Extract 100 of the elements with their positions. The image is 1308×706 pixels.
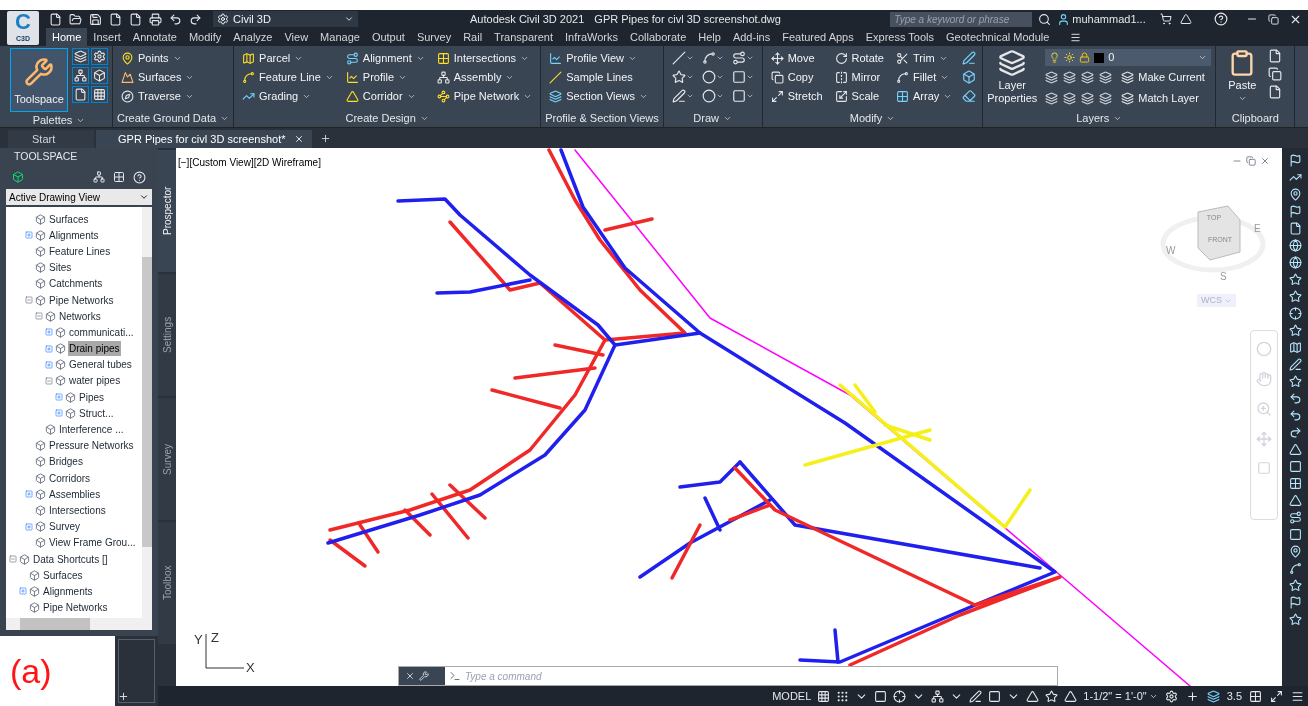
pen-icon[interactable]: [1288, 358, 1302, 371]
document-icon[interactable]: [129, 12, 142, 26]
ribbon-tab[interactable]: Survey: [410, 28, 458, 46]
grid-icon[interactable]: [1288, 477, 1302, 490]
ribbon-tool[interactable]: Pipe Network: [432, 87, 537, 106]
triangle-icon[interactable]: [1288, 494, 1302, 507]
save-icon[interactable]: [89, 12, 102, 26]
palette-icon[interactable]: [91, 67, 108, 84]
triangle-icon[interactable]: [1288, 443, 1302, 456]
ribbon-tab[interactable]: Geotechnical Module: [940, 28, 1056, 46]
star-icon[interactable]: [1288, 375, 1302, 388]
undo-icon[interactable]: [1288, 409, 1302, 422]
grid-icon[interactable]: [113, 171, 125, 183]
panel-title[interactable]: Palettes: [10, 112, 108, 129]
square-icon[interactable]: [1288, 460, 1302, 473]
layer-tool-icon[interactable]: [1063, 71, 1077, 84]
ribbon-tool[interactable]: Alignment: [341, 49, 429, 68]
palette-icon[interactable]: [91, 86, 108, 103]
draw-tool-icon[interactable]: [671, 70, 686, 84]
tree-item[interactable]: Networks: [58, 308, 102, 324]
side-tab[interactable]: Toolbox: [158, 522, 176, 644]
ribbon-tab[interactable]: Analyze: [227, 28, 279, 46]
crosshair-icon[interactable]: [1288, 307, 1302, 320]
ribbon-tool[interactable]: Section Views: [545, 87, 659, 106]
tree-item[interactable]: water pipes: [68, 373, 122, 389]
close-icon[interactable]: [405, 671, 415, 681]
tree-item[interactable]: Interference ...: [58, 422, 125, 438]
ribbon-tab[interactable]: Transparent: [488, 28, 559, 46]
ribbon-tab[interactable]: Modify: [182, 28, 228, 46]
tree-item[interactable]: Catchments: [48, 276, 104, 292]
draw-tool-icon[interactable]: [731, 89, 746, 103]
tree-item[interactable]: View Frame Grou...: [48, 535, 137, 551]
globe-icon[interactable]: [1288, 256, 1302, 269]
tree-item[interactable]: communicati...: [68, 324, 135, 340]
menu-icon[interactable]: [1291, 689, 1304, 703]
ribbon-tool[interactable]: Grading: [238, 87, 338, 106]
ribbon-tool[interactable]: Surfaces: [117, 68, 230, 87]
new-layout-icon[interactable]: [118, 690, 129, 702]
ribbon-tab[interactable]: Express Tools: [859, 28, 941, 46]
plus-icon[interactable]: [1185, 689, 1199, 703]
view-select[interactable]: Active Drawing View: [6, 189, 152, 205]
document-icon[interactable]: [1288, 222, 1302, 235]
palette-icon[interactable]: [91, 48, 108, 65]
grid-icon[interactable]: [1249, 689, 1262, 703]
pin-icon[interactable]: [1288, 188, 1302, 201]
panel-title[interactable]: Profile & Section Views: [545, 109, 659, 127]
palette-icon[interactable]: [72, 86, 89, 103]
draw-tool-icon[interactable]: [731, 51, 746, 65]
close-icon[interactable]: [293, 134, 304, 144]
gear-icon[interactable]: [1164, 689, 1178, 703]
flag-icon[interactable]: [1288, 596, 1302, 609]
ribbon-tool[interactable]: Corridor: [341, 87, 429, 106]
flag-icon[interactable]: [1288, 205, 1302, 218]
palette-icon[interactable]: [72, 67, 89, 84]
workspace-dropdown[interactable]: Civil 3D: [213, 11, 358, 27]
tree-item[interactable]: Struct...: [78, 405, 115, 421]
ribbon-tab[interactable]: InfraWorks: [559, 28, 624, 46]
layer-tool-icon[interactable]: [1045, 92, 1059, 105]
curve-icon[interactable]: [1288, 562, 1302, 575]
tree-item[interactable]: Feature Lines: [48, 243, 112, 259]
user-name[interactable]: muhammad1...: [1072, 10, 1146, 28]
layer-dropdown[interactable]: 0: [1045, 49, 1212, 66]
draw-tool-icon[interactable]: [671, 51, 686, 65]
search-icon[interactable]: [1038, 12, 1052, 26]
ribbon-tool[interactable]: Match Layer: [1117, 89, 1203, 108]
print-icon[interactable]: [149, 12, 162, 26]
layer-tool-icon[interactable]: [1099, 71, 1113, 84]
tree-item[interactable]: Alignments: [42, 583, 94, 599]
new-tab-icon[interactable]: [319, 133, 331, 144]
terminal-icon[interactable]: [449, 670, 461, 682]
ribbon-tab[interactable]: Rail: [457, 28, 489, 46]
ribbon-tool[interactable]: Profile View: [545, 49, 659, 68]
ribbon-tab[interactable]: Collaborate: [624, 28, 693, 46]
ribbon-tab[interactable]: Insert: [87, 28, 127, 46]
fullscreen-icon[interactable]: [1270, 689, 1283, 703]
command-input[interactable]: Type a command: [465, 668, 1057, 684]
scrollbar[interactable]: [142, 207, 152, 618]
edit-tool-icon[interactable]: [962, 51, 977, 65]
model-space-button[interactable]: MODEL: [769, 687, 815, 705]
clipboard-tool-icon[interactable]: [1268, 85, 1283, 99]
ribbon-tool[interactable]: Mirror: [830, 68, 888, 87]
tree-item[interactable]: Sites: [48, 260, 73, 276]
triangle-icon[interactable]: [1179, 13, 1192, 25]
user-icon[interactable]: [1057, 12, 1071, 26]
palette-icon[interactable]: [72, 48, 89, 65]
pin-icon[interactable]: [1288, 545, 1302, 558]
ribbon-tool[interactable]: Profile: [341, 68, 429, 87]
panel-title[interactable]: Create Design: [238, 109, 537, 127]
ribbon-tool[interactable]: Sample Lines: [545, 68, 659, 87]
scrollbar[interactable]: [6, 618, 152, 630]
star-icon[interactable]: [1288, 613, 1302, 626]
tree-item[interactable]: Pipe Networks: [42, 600, 109, 616]
ribbon-tool[interactable]: Rotate: [830, 49, 888, 68]
ribbon-tool[interactable]: Array: [892, 87, 957, 106]
annotation-scale[interactable]: 1-1/2" = 1'-0": [1080, 687, 1161, 705]
tree-item[interactable]: Bridges: [48, 454, 84, 470]
tree-item[interactable]: Surfaces: [48, 211, 90, 227]
ribbon-tool[interactable]: Feature Line: [238, 68, 338, 87]
star-icon[interactable]: [1288, 290, 1302, 303]
ribbon-tool[interactable]: Fillet: [892, 68, 957, 87]
